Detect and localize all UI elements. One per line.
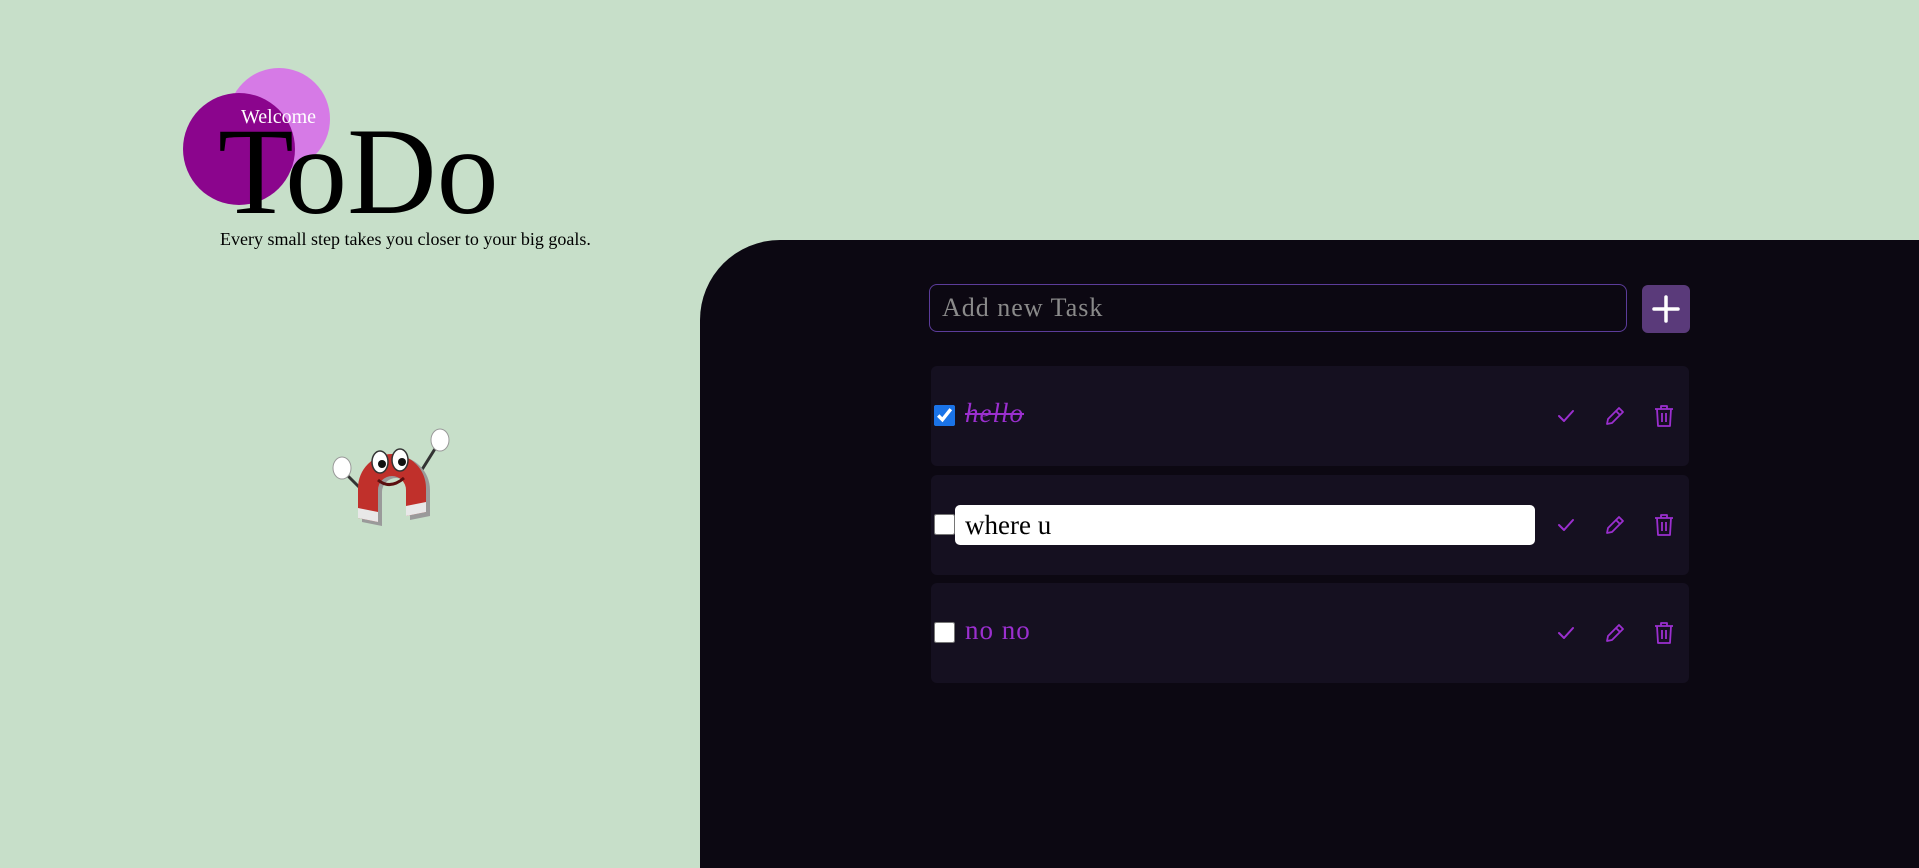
new-task-input[interactable] — [929, 284, 1627, 332]
complete-button[interactable] — [1551, 510, 1581, 540]
task-label[interactable]: no no — [965, 615, 1031, 646]
task-actions — [1551, 510, 1679, 540]
task-edit-input[interactable] — [955, 505, 1535, 545]
check-icon — [1558, 410, 1574, 422]
task-label[interactable]: hello — [965, 398, 1024, 429]
delete-button[interactable] — [1649, 510, 1679, 540]
delete-button[interactable] — [1649, 401, 1679, 431]
pencil-icon — [1606, 624, 1624, 642]
task-actions — [1551, 618, 1679, 648]
edit-button[interactable] — [1600, 401, 1630, 431]
trash-icon — [1655, 514, 1673, 536]
trash-icon — [1655, 622, 1673, 644]
app-title: ToDo — [218, 103, 499, 240]
complete-button[interactable] — [1551, 401, 1581, 431]
pencil-icon — [1606, 407, 1624, 425]
edit-button[interactable] — [1600, 510, 1630, 540]
pencil-icon — [1606, 516, 1624, 534]
task-row: no no — [931, 583, 1689, 683]
edit-button[interactable] — [1600, 618, 1630, 648]
magnet-mascot-icon — [332, 428, 450, 526]
task-row — [931, 475, 1689, 575]
check-icon — [1558, 627, 1574, 639]
hero: Welcome ToDo Every small step takes you … — [0, 0, 700, 300]
task-checkbox[interactable] — [934, 622, 955, 643]
check-icon — [1558, 519, 1574, 531]
complete-button[interactable] — [1551, 618, 1581, 648]
task-row: hello — [931, 366, 1689, 466]
add-task-button[interactable] — [1642, 285, 1690, 333]
delete-button[interactable] — [1649, 618, 1679, 648]
task-checkbox[interactable] — [934, 514, 955, 535]
task-checkbox[interactable] — [934, 405, 955, 426]
task-actions — [1551, 401, 1679, 431]
tagline: Every small step takes you closer to you… — [220, 229, 591, 249]
trash-icon — [1655, 405, 1673, 427]
plus-icon — [1652, 295, 1680, 323]
